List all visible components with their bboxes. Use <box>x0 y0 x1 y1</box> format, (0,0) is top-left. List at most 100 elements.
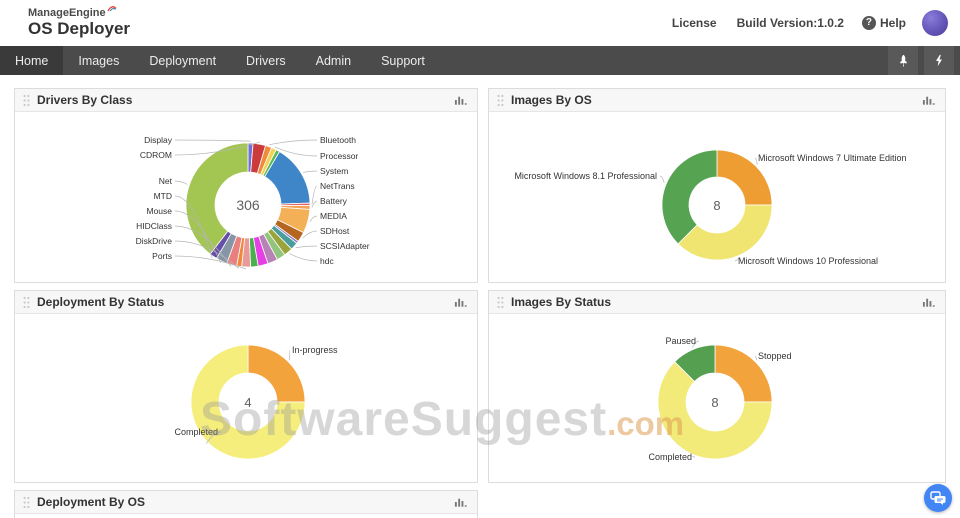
images-by-os-donut: 8 Microsoft Windows 7 Ultimate Edition Mic… <box>514 149 907 266</box>
bar-chart-icon[interactable] <box>454 296 469 308</box>
panel-title: Images By Status <box>511 295 612 309</box>
donut-segment[interactable] <box>661 149 718 245</box>
panel-deployment-by-status: Deployment By Status 4 In-progress Complet… <box>14 290 478 483</box>
bar-chart-icon[interactable] <box>922 296 937 308</box>
images-by-status-donut: 8 Paused Stopped Completed <box>648 336 792 462</box>
chart-label: Net <box>159 176 173 186</box>
drag-handle-icon[interactable] <box>23 296 30 309</box>
chart-label: hdc <box>320 256 334 266</box>
leader-line <box>295 245 318 248</box>
panel-images-by-os: Images By OS 8 Microsoft Windows 7 Ultima… <box>488 88 946 283</box>
drag-handle-icon[interactable] <box>497 94 504 107</box>
chat-bubbles-icon <box>930 491 946 505</box>
chart-label: Microsoft Windows 10 Professional <box>738 256 878 266</box>
panel-deployment-by-os: Deployment By OS <box>14 490 478 518</box>
panel-header[interactable]: Deployment By Status <box>15 291 477 314</box>
os-deployer-dashboard: ManageEngine OS Deployer License Build V… <box>0 0 960 518</box>
leader-line <box>302 230 318 239</box>
deployment-by-status-donut: 4 In-progress Completed <box>174 344 338 460</box>
donut-segment[interactable] <box>677 204 773 261</box>
nav-tab-drivers[interactable]: Drivers <box>231 46 301 75</box>
leader-line <box>174 180 188 185</box>
donut-center-value: 8 <box>711 395 718 410</box>
donut-center-value: 8 <box>713 198 720 213</box>
chart-label: NetTrans <box>320 181 355 191</box>
top-header: ManageEngine OS Deployer License Build V… <box>0 0 960 46</box>
leader-line <box>288 349 291 361</box>
lightning-icon <box>936 54 942 67</box>
leader-line <box>289 253 318 262</box>
drag-handle-icon[interactable] <box>23 496 30 509</box>
chart-label: Completed <box>648 452 692 462</box>
brand-name: ManageEngine <box>28 7 106 20</box>
chart-label: DiskDrive <box>136 236 173 246</box>
chart-label: Processor <box>320 151 358 161</box>
chart-label: CDROM <box>140 150 172 160</box>
help-icon[interactable]: ? <box>861 16 876 30</box>
bar-chart-icon[interactable] <box>454 496 469 508</box>
panel-header[interactable]: Images By OS <box>489 89 945 112</box>
rocket-icon <box>899 54 907 67</box>
help-link[interactable]: ? Help <box>861 16 906 30</box>
panel-images-by-status: Images By Status 8 Paused Stopped Completed <box>488 290 946 483</box>
nav-tab-support[interactable]: Support <box>366 46 440 75</box>
panel-title: Drivers By Class <box>37 93 133 107</box>
nav-tab-admin[interactable]: Admin <box>301 46 366 75</box>
chart-label: SCSIAdapter <box>320 241 370 251</box>
brand-logo: ManageEngine OS Deployer <box>28 6 131 39</box>
leader-line <box>754 355 758 361</box>
panel-header[interactable]: Images By Status <box>489 291 945 314</box>
leader-line <box>269 139 318 145</box>
drag-handle-icon[interactable] <box>497 296 504 309</box>
nav-tab-home[interactable]: Home <box>0 46 64 75</box>
panel-title: Deployment By Status <box>37 295 165 309</box>
donut-center-value: 306 <box>236 197 260 213</box>
build-version-label: Build Version:1.0.2 <box>736 16 844 30</box>
chart-label: Ports <box>152 251 172 261</box>
chart-label: System <box>320 166 348 176</box>
chart-label: Completed <box>174 427 218 437</box>
quick-actions-button[interactable] <box>924 46 954 75</box>
product-title: OS Deployer <box>28 19 131 39</box>
chart-label: HIDClass <box>136 221 172 231</box>
panel-title: Deployment By OS <box>37 495 146 509</box>
leader-line <box>659 175 665 184</box>
dashboard-grid: Drivers By Class 306 Display CDROM Net MTD Mo… <box>0 75 960 518</box>
panel-header[interactable]: Drivers By Class <box>15 89 477 112</box>
nav-tab-images[interactable]: Images <box>63 46 134 75</box>
user-avatar[interactable] <box>922 10 948 36</box>
drivers-by-class-donut: 306 Display CDROM Net MTD Mouse HIDClass DiskDr… <box>136 135 370 270</box>
donut-center-value: 4 <box>244 395 251 410</box>
chart-label: Microsoft Windows 8.1 Professional <box>514 171 657 181</box>
leader-line <box>309 215 318 223</box>
panel-drivers-by-class: Drivers By Class 306 Display CDROM Net MTD Mo… <box>14 88 478 283</box>
nav-tab-deployment[interactable]: Deployment <box>134 46 231 75</box>
bar-chart-icon[interactable] <box>922 94 937 106</box>
chart-label: Battery <box>320 196 348 206</box>
chat-button[interactable] <box>924 484 952 512</box>
chart-label: Paused <box>665 336 696 346</box>
bar-chart-icon[interactable] <box>454 94 469 106</box>
drag-handle-icon[interactable] <box>23 94 30 107</box>
chart-label: Bluetooth <box>320 135 356 145</box>
leader-line <box>174 139 251 142</box>
chart-label: SDHost <box>320 226 350 236</box>
chart-label: In-progress <box>292 345 338 355</box>
chart-label: MTD <box>154 191 172 201</box>
chart-label: MEDIA <box>320 211 347 221</box>
panel-title: Images By OS <box>511 93 592 107</box>
chart-label: Display <box>144 135 173 145</box>
leader-line <box>311 185 318 205</box>
help-label: Help <box>879 16 906 30</box>
panel-header[interactable]: Deployment By OS <box>15 491 477 514</box>
chart-label: Mouse <box>146 206 172 216</box>
chart-label: Stopped <box>758 351 792 361</box>
getting-started-rocket-button[interactable] <box>888 46 918 75</box>
main-nav: Home Images Deployment Drivers Admin Sup… <box>0 46 960 75</box>
leader-line <box>754 157 758 165</box>
chart-label: Microsoft Windows 7 Ultimate Edition <box>758 153 907 163</box>
license-link[interactable]: License <box>672 16 717 30</box>
leader-line <box>303 170 318 173</box>
brand-swoosh-icon <box>107 6 117 12</box>
